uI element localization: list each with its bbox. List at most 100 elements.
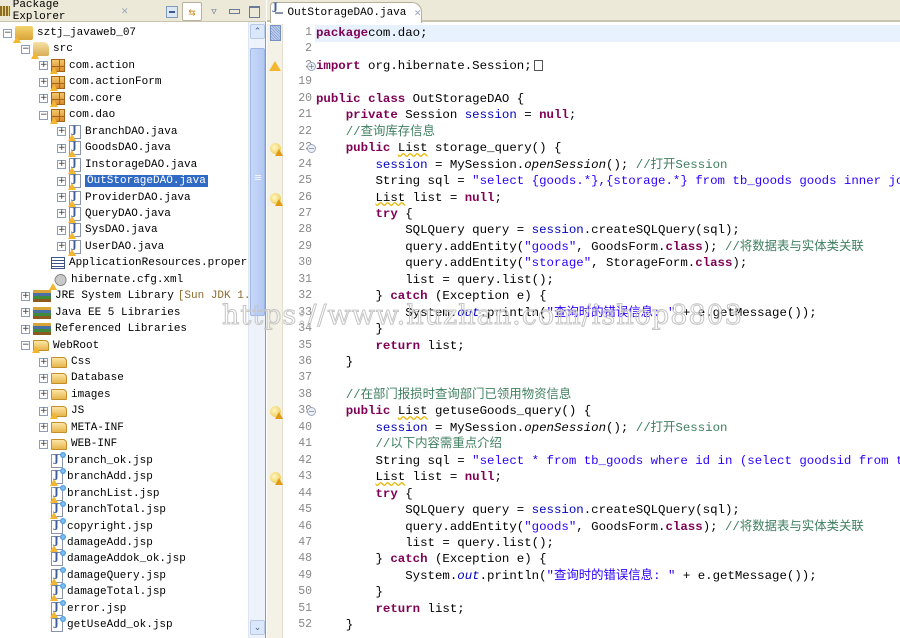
minimize-button[interactable] (226, 4, 242, 20)
expand-icon[interactable]: + (57, 242, 66, 252)
expand-icon[interactable]: + (57, 193, 66, 202)
expand-icon[interactable]: + (39, 423, 48, 433)
tree-item[interactable]: + com.action (39, 58, 135, 75)
tree-item[interactable]: damageTotal.jsp (39, 583, 166, 602)
tree-item[interactable]: − sztj_javaweb_07 (3, 25, 136, 43)
token-str: "goods" (524, 239, 577, 254)
tree-item[interactable]: + com.actionForm (39, 74, 161, 91)
tab-outstoragedao-java[interactable]: OutStorageDAO.java ✕ (270, 2, 422, 23)
tree-item[interactable]: + InstorageDAO.java (57, 157, 197, 174)
maximize-button[interactable] (246, 4, 262, 20)
expand-icon[interactable]: + (21, 324, 30, 334)
expand-icon[interactable]: + (39, 77, 48, 87)
tree-connector (39, 621, 48, 630)
close-icon[interactable]: ✕ (121, 4, 128, 18)
quickfix-warning-icon[interactable] (270, 406, 283, 420)
tree-item[interactable]: + JS (39, 403, 84, 419)
tree-item[interactable]: + ProviderDAO.java (57, 190, 191, 207)
tree-item[interactable]: branchTotal.jsp (39, 501, 166, 520)
tree-item[interactable]: + WEB-INF (39, 436, 117, 452)
tree-item-label: images (71, 388, 111, 401)
library-icon (33, 306, 51, 319)
code-line: private Session session = null; (315, 107, 900, 124)
tree-item[interactable]: branchAdd.jsp (39, 468, 153, 487)
tree-item[interactable]: + BranchDAO.java (57, 124, 177, 141)
code-line: //查询库存信息 (315, 124, 900, 141)
token: (); (606, 157, 636, 172)
code-line: query.addEntity("goods", GoodsForm.class… (315, 519, 900, 536)
expand-icon[interactable]: + (39, 390, 48, 400)
quickfix-warning-icon[interactable] (270, 143, 283, 157)
tree-item[interactable]: − com.dao (39, 107, 115, 124)
tree-item[interactable]: + Referenced Libraries (21, 321, 187, 337)
close-tab-icon[interactable]: ✕ (414, 6, 421, 20)
tree-item-label: WebRoot (53, 339, 100, 352)
tree-item[interactable]: − WebRoot (21, 338, 99, 354)
expand-icon[interactable]: + (57, 225, 66, 235)
tree-item-label: META-INF (71, 421, 124, 434)
token-kw: try (375, 206, 398, 221)
code-area[interactable]: packagecom.dao; import org.hibernate.Sess… (315, 24, 900, 638)
collapse-icon[interactable]: − (21, 44, 30, 54)
expand-icon[interactable]: + (57, 209, 66, 219)
tree-item[interactable]: + SysDAO.java (57, 222, 158, 240)
tab-package-explorer[interactable]: Package Explorer ✕ (0, 0, 128, 23)
expand-icon[interactable]: + (21, 308, 30, 318)
expand-icon[interactable]: + (39, 373, 48, 383)
token-str: "storage" (524, 256, 592, 271)
tree-item[interactable]: + META-INF (39, 420, 124, 436)
tree-item[interactable]: + com.core (39, 91, 122, 108)
collapse-all-button[interactable] (166, 5, 178, 18)
tree-item[interactable]: + images (39, 387, 111, 403)
tree-item[interactable]: error.jsp (39, 599, 126, 618)
link-with-editor-button[interactable]: ⇆ (182, 2, 202, 21)
tree-item[interactable]: damageAddok_ok.jsp (39, 550, 186, 567)
tree-item[interactable]: copyright.jsp (39, 517, 153, 535)
scroll-down-button[interactable]: ⌄ (250, 620, 265, 635)
expand-icon[interactable]: + (21, 291, 30, 301)
annotation-ruler[interactable] (267, 24, 283, 638)
expand-icon[interactable]: + (39, 94, 48, 104)
quickfix-warning-icon[interactable] (270, 472, 283, 486)
expand-icon[interactable]: + (57, 127, 66, 137)
view-menu-button[interactable]: ▽ (206, 4, 222, 20)
tree-item-label: damageAdd.jsp (67, 536, 153, 549)
collapse-icon[interactable]: − (21, 341, 30, 351)
tree-item[interactable]: + Database (39, 370, 124, 386)
expand-icon[interactable]: + (57, 176, 66, 186)
expand-icon[interactable]: + (39, 61, 48, 71)
scroll-thumb[interactable] (250, 48, 265, 316)
package-tree: − sztj_javaweb_07− src + com.action + com.acti… (0, 22, 248, 638)
tree-item[interactable]: + UserDAO.java (57, 239, 164, 256)
collapse-icon[interactable]: − (3, 28, 12, 38)
expand-icon[interactable]: + (39, 439, 48, 449)
tree-item[interactable]: + OutStorageDAO.java (57, 173, 208, 191)
tree-scrollbar[interactable]: ⌃ ⌄ (248, 22, 265, 638)
tree-item[interactable]: + JRE System Library[Sun JDK 1.6.0_ (21, 288, 248, 304)
line-number: 37 (298, 371, 312, 385)
tree-item[interactable]: damageQuery.jsp (39, 566, 166, 585)
tree-item[interactable]: + Css (39, 354, 91, 370)
tree-item[interactable]: − src (21, 41, 73, 60)
collapse-icon[interactable]: − (39, 110, 48, 120)
tree-item[interactable]: getUseAdd_ok.jsp (39, 616, 173, 633)
tree-item[interactable]: + Java EE 5 Libraries (21, 305, 180, 321)
expand-icon[interactable]: + (39, 406, 48, 416)
folded-imports-box[interactable] (533, 60, 543, 72)
line-number: 46 (298, 519, 312, 533)
quickfix-warning-icon[interactable] (270, 192, 283, 206)
tree-item[interactable]: branchList.jsp (39, 484, 159, 503)
expand-icon[interactable]: + (57, 160, 66, 170)
warning-icon[interactable] (269, 60, 281, 71)
scroll-up-button[interactable]: ⌃ (250, 24, 265, 39)
tree-item[interactable]: branch_ok.jsp (39, 451, 153, 469)
tree-item[interactable]: ApplicationResources.properties (39, 255, 248, 271)
tree-connector (39, 571, 48, 580)
tree-item[interactable]: damageAdd.jsp (39, 533, 153, 552)
tree-item[interactable]: + QueryDAO.java (57, 206, 171, 223)
expand-icon[interactable]: + (39, 357, 48, 367)
tree-item[interactable]: hibernate.cfg.xml (39, 272, 183, 290)
expand-icon[interactable]: + (57, 143, 66, 153)
tree-item[interactable]: + GoodsDAO.java (57, 140, 171, 158)
